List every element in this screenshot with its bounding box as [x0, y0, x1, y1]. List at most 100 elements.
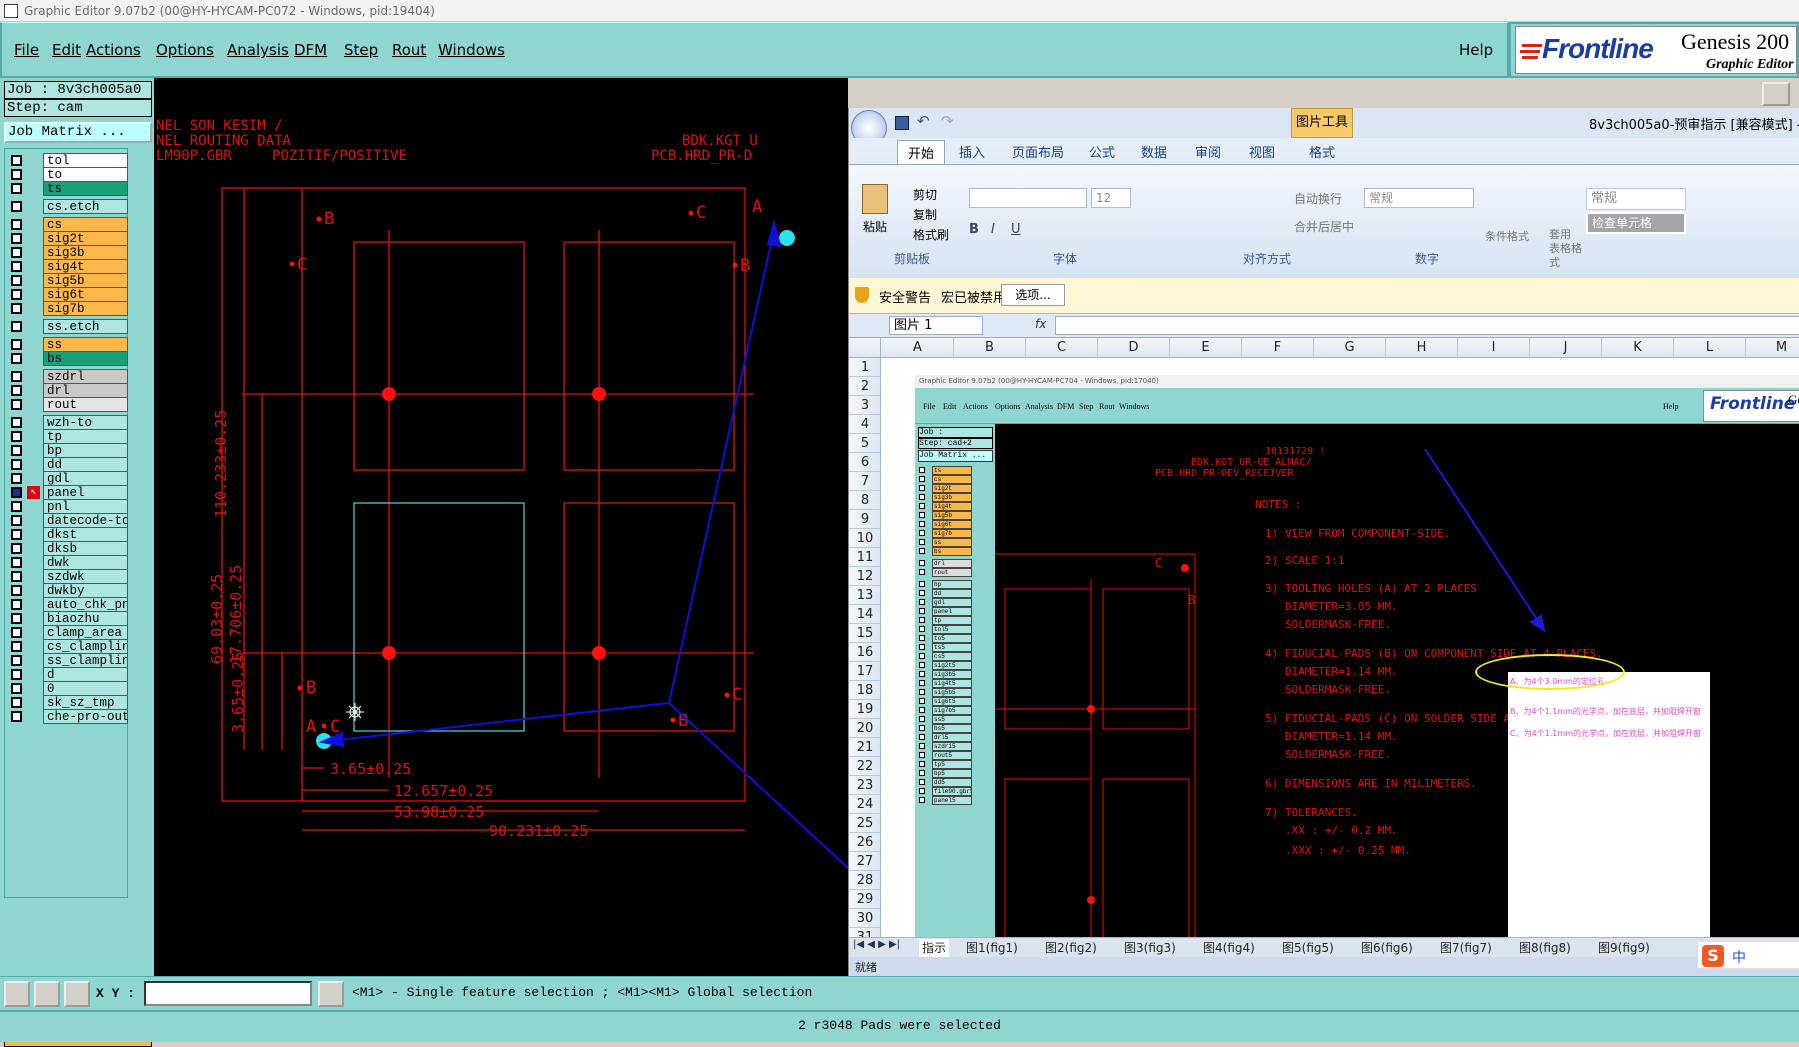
layer-name[interactable]: wzh-to [43, 415, 128, 430]
layer-row-cs-clampline[interactable]: cs_clampline [7, 639, 129, 654]
layer-checkbox[interactable] [11, 385, 22, 396]
layer-name[interactable]: sig6t [43, 287, 128, 302]
layer-checkbox[interactable] [11, 289, 22, 300]
layer-name[interactable]: sig5b [43, 273, 128, 288]
layer-name[interactable]: pnl [43, 499, 128, 514]
layer-list[interactable]: tol to ts cs.etch cs sig2t sig3b sig4t sig5b sig6… [4, 148, 128, 898]
layer-checkbox[interactable] [11, 697, 22, 708]
column-header[interactable]: E [1170, 338, 1242, 358]
ribbon-tab-review[interactable]: 审阅 [1195, 142, 1221, 161]
row-header[interactable]: 9 [849, 510, 881, 529]
graphic-canvas[interactable]: NEL SON KESIM / NEL ROUTING DATA LM90P.G… [154, 78, 848, 976]
row-header[interactable]: 6 [849, 453, 881, 472]
layer-row-0[interactable]: 0 [7, 681, 129, 696]
row-header[interactable]: 23 [849, 776, 881, 795]
row-header[interactable]: 17 [849, 662, 881, 681]
layer-name[interactable]: ss [43, 337, 128, 352]
row-header[interactable]: 11 [849, 548, 881, 567]
layer-row-biaozhu[interactable]: biaozhu [7, 611, 129, 626]
layer-name[interactable]: ss_clampline [43, 653, 128, 668]
layer-row-szdwk[interactable]: szdwk [7, 569, 129, 584]
undo-icon[interactable]: ↶ [917, 112, 930, 130]
layer-row-wzh-to[interactable]: wzh-to [7, 415, 129, 430]
ribbon-tab-view[interactable]: 视图 [1249, 142, 1275, 161]
layer-row-datecode-to[interactable]: datecode-to [7, 513, 129, 528]
layer-checkbox[interactable] [11, 201, 22, 212]
layer-checkbox[interactable] [11, 571, 22, 582]
layer-row-panel[interactable]: panel ↖ [7, 485, 129, 500]
fiducial-pad[interactable] [382, 646, 396, 660]
row-header[interactable]: 3 [849, 396, 881, 415]
layer-checkbox[interactable] [11, 431, 22, 442]
sheet-tab[interactable]: 图8(fig8) [1516, 939, 1574, 957]
layer-row-dkst[interactable]: dkst [7, 527, 129, 542]
layer-name[interactable]: sig7b [43, 301, 128, 316]
menu-step[interactable]: Step [344, 41, 378, 59]
layer-checkbox[interactable] [11, 155, 22, 166]
row-header[interactable]: 13 [849, 586, 881, 605]
layer-name[interactable]: panel [43, 485, 128, 500]
layer-name[interactable]: auto_chk_pn [43, 597, 128, 612]
row-header[interactable]: 21 [849, 738, 881, 757]
layer-name[interactable]: dwk [43, 555, 128, 570]
layer-row-drl[interactable]: drl [7, 383, 129, 398]
column-header[interactable]: A [882, 338, 954, 358]
layer-name[interactable]: drl [43, 383, 128, 398]
style-normal[interactable]: 常规 [1586, 188, 1686, 210]
row-header[interactable]: 14 [849, 605, 881, 624]
layer-name[interactable]: dkst [43, 527, 128, 542]
font-size-box[interactable]: 12 [1091, 188, 1131, 208]
layer-checkbox[interactable] [11, 585, 22, 596]
menu-actions[interactable]: Actions [86, 41, 141, 59]
layer-checkbox[interactable] [11, 339, 22, 350]
sheet-tab[interactable]: 图6(fig6) [1358, 939, 1416, 957]
layer-name[interactable]: sig3b [43, 245, 128, 260]
layer-name[interactable]: to [43, 167, 128, 182]
row-header[interactable]: 22 [849, 757, 881, 776]
layer-name[interactable]: ss.etch [43, 319, 128, 334]
layer-checkbox[interactable] [11, 627, 22, 638]
layer-name[interactable]: tol [43, 153, 128, 168]
layer-checkbox[interactable] [11, 529, 22, 540]
layer-checkbox[interactable] [11, 219, 22, 230]
bold-button[interactable]: B [969, 222, 979, 237]
format-painter-button[interactable]: 格式刷 [913, 226, 949, 243]
underline-button[interactable]: U [1011, 222, 1021, 237]
sheet-tab[interactable]: 图4(fig4) [1200, 939, 1258, 957]
save-icon[interactable] [895, 116, 909, 130]
column-header[interactable]: M [1746, 338, 1799, 358]
column-header[interactable]: D [1098, 338, 1170, 358]
layer-name[interactable]: sig2t [43, 231, 128, 246]
row-header[interactable]: 25 [849, 814, 881, 833]
layer-name[interactable]: d [43, 667, 128, 682]
menu-windows[interactable]: Windows [438, 41, 505, 59]
number-format-box[interactable]: 常规 [1364, 188, 1474, 208]
layer-name[interactable]: sk_sz_tmp [43, 695, 128, 710]
layer-checkbox[interactable] [11, 371, 22, 382]
layer-name[interactable]: rout [43, 397, 128, 412]
menu-file[interactable]: File [14, 41, 39, 59]
layer-row-d[interactable]: d [7, 667, 129, 682]
layer-name[interactable]: dd [43, 457, 128, 472]
layer-row-tp[interactable]: tp [7, 429, 129, 444]
style-check-cell[interactable]: 检查单元格 [1586, 212, 1686, 234]
layer-row-ss-clampline[interactable]: ss_clampline [7, 653, 129, 668]
row-header[interactable]: 24 [849, 795, 881, 814]
layer-checkbox[interactable] [11, 353, 22, 364]
menu-edit[interactable]: Edit [52, 41, 81, 59]
layer-name[interactable]: che-pro-out [43, 709, 128, 724]
layer-name[interactable]: dwkby [43, 583, 128, 598]
measure-tool-icon[interactable] [34, 981, 60, 1007]
font-name-box[interactable] [969, 188, 1087, 208]
copy-button[interactable]: 复制 [913, 206, 937, 223]
column-header[interactable]: K [1602, 338, 1674, 358]
worksheet[interactable]: Graphic Editor 9.07b2 (00@HY-HYCAM-PC704… [882, 358, 1799, 938]
row-header[interactable]: 16 [849, 643, 881, 662]
layer-checkbox[interactable] [11, 515, 22, 526]
board-drawing[interactable]: NEL SON KESIM / NEL ROUTING DATA LM90P.G… [154, 78, 848, 976]
row-header[interactable]: 2 [849, 377, 881, 396]
layer-checkbox[interactable] [11, 683, 22, 694]
row-header[interactable]: 19 [849, 700, 881, 719]
layer-name[interactable]: cs.etch [43, 199, 128, 214]
layer-name[interactable]: szdrl [43, 369, 128, 384]
